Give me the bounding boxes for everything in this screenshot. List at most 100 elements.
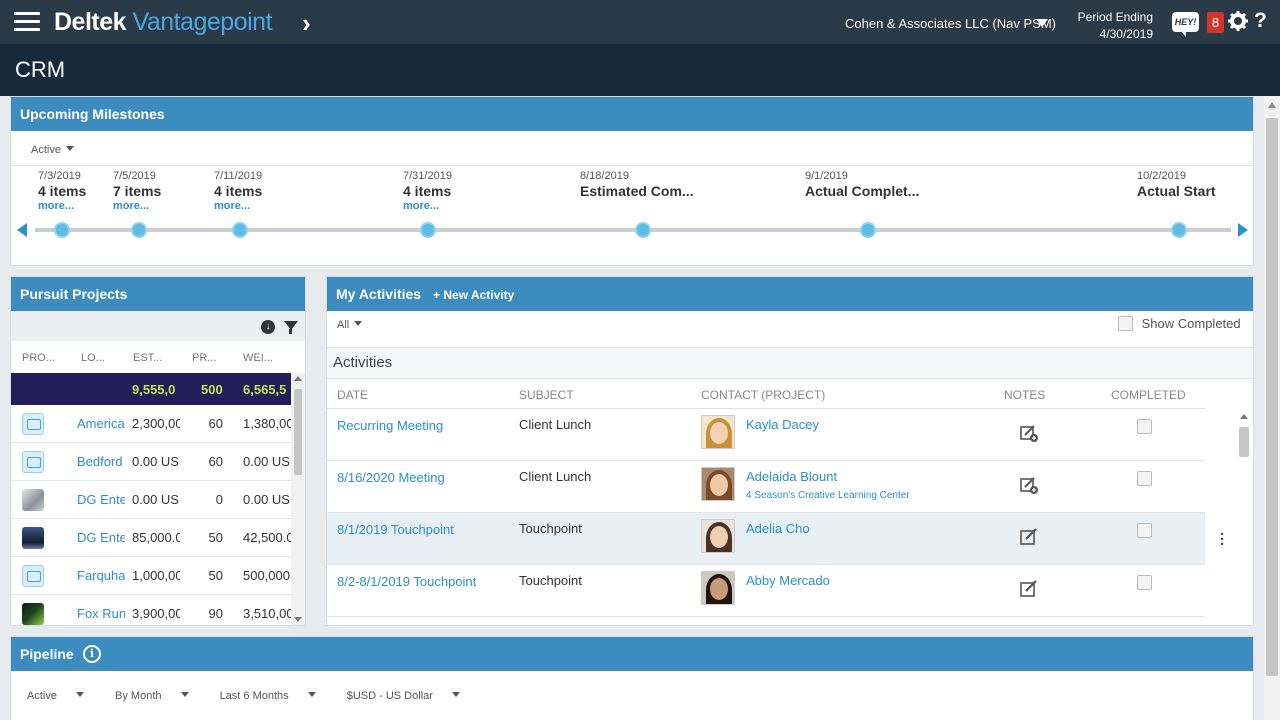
column-header-contact[interactable]: CONTACT (PROJECT) [701, 388, 825, 402]
column-header-completed[interactable]: COMPLETED [1111, 388, 1186, 402]
scroll-up-icon[interactable] [1268, 102, 1276, 108]
project-name-link[interactable]: Farquha [77, 568, 125, 583]
column-header[interactable]: PRO... [22, 352, 55, 364]
hamburger-menu-icon[interactable] [14, 12, 40, 32]
activity-date-link[interactable]: 8/2-8/1/2019 Touchpoint [337, 573, 477, 591]
contact-project-link[interactable]: 4 Season's Creative Learning Center [746, 490, 910, 501]
table-row[interactable]: Recurring Meeting Client Lunch Kayla Dac… [327, 409, 1205, 461]
project-name-link[interactable]: DG Ente [77, 492, 125, 507]
download-icon[interactable]: ↓ [261, 320, 275, 334]
milestone-dot[interactable] [1171, 222, 1187, 238]
contact-name-link[interactable]: Abby Mercado [746, 573, 830, 588]
project-name-link[interactable]: America [77, 416, 125, 431]
milestone-dot[interactable] [635, 222, 651, 238]
activity-date-link[interactable]: 8/1/2019 Touchpoint [337, 521, 477, 539]
table-row[interactable]: 8/1/2019 Touchpoint Touchpoint Adelia Ch… [327, 513, 1205, 565]
table-row[interactable]: DG Ente 0.00 USI 0 0.00 USI [11, 481, 291, 519]
gear-icon[interactable] [1228, 11, 1248, 31]
milestone-dot[interactable] [54, 222, 70, 238]
milestone-item[interactable]: 8/18/2019 Estimated Com... [580, 170, 694, 199]
completed-checkbox[interactable] [1137, 419, 1152, 434]
timeline-next-arrow-icon[interactable] [1238, 223, 1248, 237]
milestone-dot[interactable] [420, 222, 436, 238]
milestone-item[interactable]: 9/1/2019 Actual Complet... [805, 170, 919, 199]
pipeline-status-dropdown[interactable]: Active [27, 690, 98, 702]
timeline-prev-arrow-icon[interactable] [17, 223, 27, 237]
milestone-more-link[interactable]: more... [38, 200, 86, 212]
add-note-icon[interactable] [1019, 475, 1039, 495]
milestone-dot[interactable] [131, 222, 147, 238]
column-header-subject[interactable]: SUBJECT [519, 388, 574, 402]
activities-filter-dropdown[interactable]: All [337, 319, 363, 331]
project-name-link[interactable]: Fox Run [77, 606, 125, 621]
pipeline-period-dropdown[interactable]: By Month [115, 690, 202, 702]
info-icon[interactable]: i [83, 645, 101, 663]
milestone-item[interactable]: 7/3/2019 4 items more... [38, 170, 86, 212]
column-header[interactable]: EST... [133, 352, 162, 364]
period-ending[interactable]: Period Ending 4/30/2019 [1062, 9, 1153, 43]
milestone-dot[interactable] [232, 222, 248, 238]
project-name-link[interactable]: DG Ente [77, 530, 125, 545]
edit-note-icon[interactable] [1019, 579, 1039, 599]
table-row[interactable]: Fox Run 3,900,00 90 3,510,00 [11, 595, 291, 633]
caret-down-icon [180, 692, 189, 697]
new-activity-button[interactable]: + New Activity [433, 277, 514, 314]
column-header-date[interactable]: DATE [337, 388, 368, 402]
show-completed-checkbox[interactable] [1118, 316, 1133, 331]
milestone-item[interactable]: 7/11/2019 4 items more... [214, 170, 262, 212]
add-note-icon[interactable] [1019, 423, 1039, 443]
contact-name-link[interactable]: Adelaida Blount [746, 469, 837, 484]
milestone-item[interactable]: 10/2/2019 Actual Start [1137, 170, 1216, 199]
activity-subject: Client Lunch [519, 417, 592, 432]
milestone-more-link[interactable]: more... [403, 200, 452, 212]
pursuit-scrollbar[interactable] [291, 373, 305, 625]
milestone-item[interactable]: 7/31/2019 4 items more... [403, 170, 452, 212]
total-est: 9,555,0 [132, 382, 176, 397]
scroll-up-icon[interactable] [1240, 414, 1248, 419]
completed-checkbox[interactable] [1137, 575, 1152, 590]
edit-note-icon[interactable] [1019, 527, 1039, 547]
avatar-face [710, 578, 728, 600]
pipeline-range-dropdown[interactable]: Last 6 Months [220, 690, 330, 702]
column-header[interactable]: LO... [81, 352, 105, 364]
row-more-menu-icon[interactable]: · · · [1220, 527, 1225, 552]
column-header[interactable]: WEI... [243, 352, 273, 364]
table-row[interactable]: 8/2-8/1/2019 Touchpoint Touchpoint Abby … [327, 565, 1205, 617]
scroll-thumb[interactable] [1266, 118, 1278, 676]
table-row[interactable]: 8/16/2020 Meeting Client Lunch Adelaida … [327, 461, 1205, 513]
completed-checkbox[interactable] [1137, 523, 1152, 538]
milestones-filter-dropdown[interactable]: Active [31, 144, 74, 156]
table-row[interactable]: America 2,300,00 60 1,380,00 [11, 405, 291, 443]
completed-checkbox[interactable] [1137, 471, 1152, 486]
table-row[interactable]: Bedford 0.00 USI 60 0.00 USI [11, 443, 291, 481]
scroll-thumb[interactable] [1239, 427, 1249, 457]
show-completed-toggle[interactable]: Show Completed [1118, 316, 1241, 331]
milestone-dot[interactable] [860, 222, 876, 238]
column-header-notes[interactable]: NOTES [1004, 388, 1045, 402]
contact-name-link[interactable]: Kayla Dacey [746, 417, 819, 432]
pipeline-currency-dropdown[interactable]: $USD - US Dollar [347, 690, 474, 702]
hey-chat-icon[interactable]: HEY! [1172, 12, 1199, 37]
table-row[interactable]: DG Ente 85,000.0 50 42,500.0 [11, 519, 291, 557]
company-selector[interactable]: Cohen & Associates LLC (Nav PSM) [845, 16, 1056, 31]
activity-date-link[interactable]: Recurring Meeting [337, 417, 477, 435]
milestone-more-link[interactable]: more... [113, 200, 161, 212]
help-icon[interactable]: ? [1254, 9, 1267, 33]
contact-name-link[interactable]: Adelia Cho [746, 521, 810, 536]
page-scrollbar[interactable] [1264, 96, 1280, 720]
caret-down-icon[interactable] [1036, 19, 1048, 27]
scroll-up-icon[interactable] [294, 376, 302, 381]
table-row[interactable]: Farquha 1,000,00 50 500,000 [11, 557, 291, 595]
milestone-item[interactable]: 7/5/2019 7 items more... [113, 170, 161, 212]
filter-icon[interactable] [284, 321, 298, 334]
project-name-link[interactable]: Bedford [77, 454, 125, 469]
column-header[interactable]: PR... [192, 352, 216, 364]
scroll-thumb[interactable] [294, 389, 302, 475]
scroll-down-icon[interactable] [294, 617, 302, 622]
app-brand[interactable]: Deltek Vantagepoint [54, 8, 272, 37]
chevron-right-icon[interactable]: › [302, 8, 311, 39]
milestone-more-link[interactable]: more... [214, 200, 262, 212]
notification-badge[interactable]: 8 [1207, 12, 1224, 33]
activity-date-link[interactable]: 8/16/2020 Meeting [337, 469, 477, 487]
activities-scrollbar[interactable] [1237, 411, 1251, 625]
